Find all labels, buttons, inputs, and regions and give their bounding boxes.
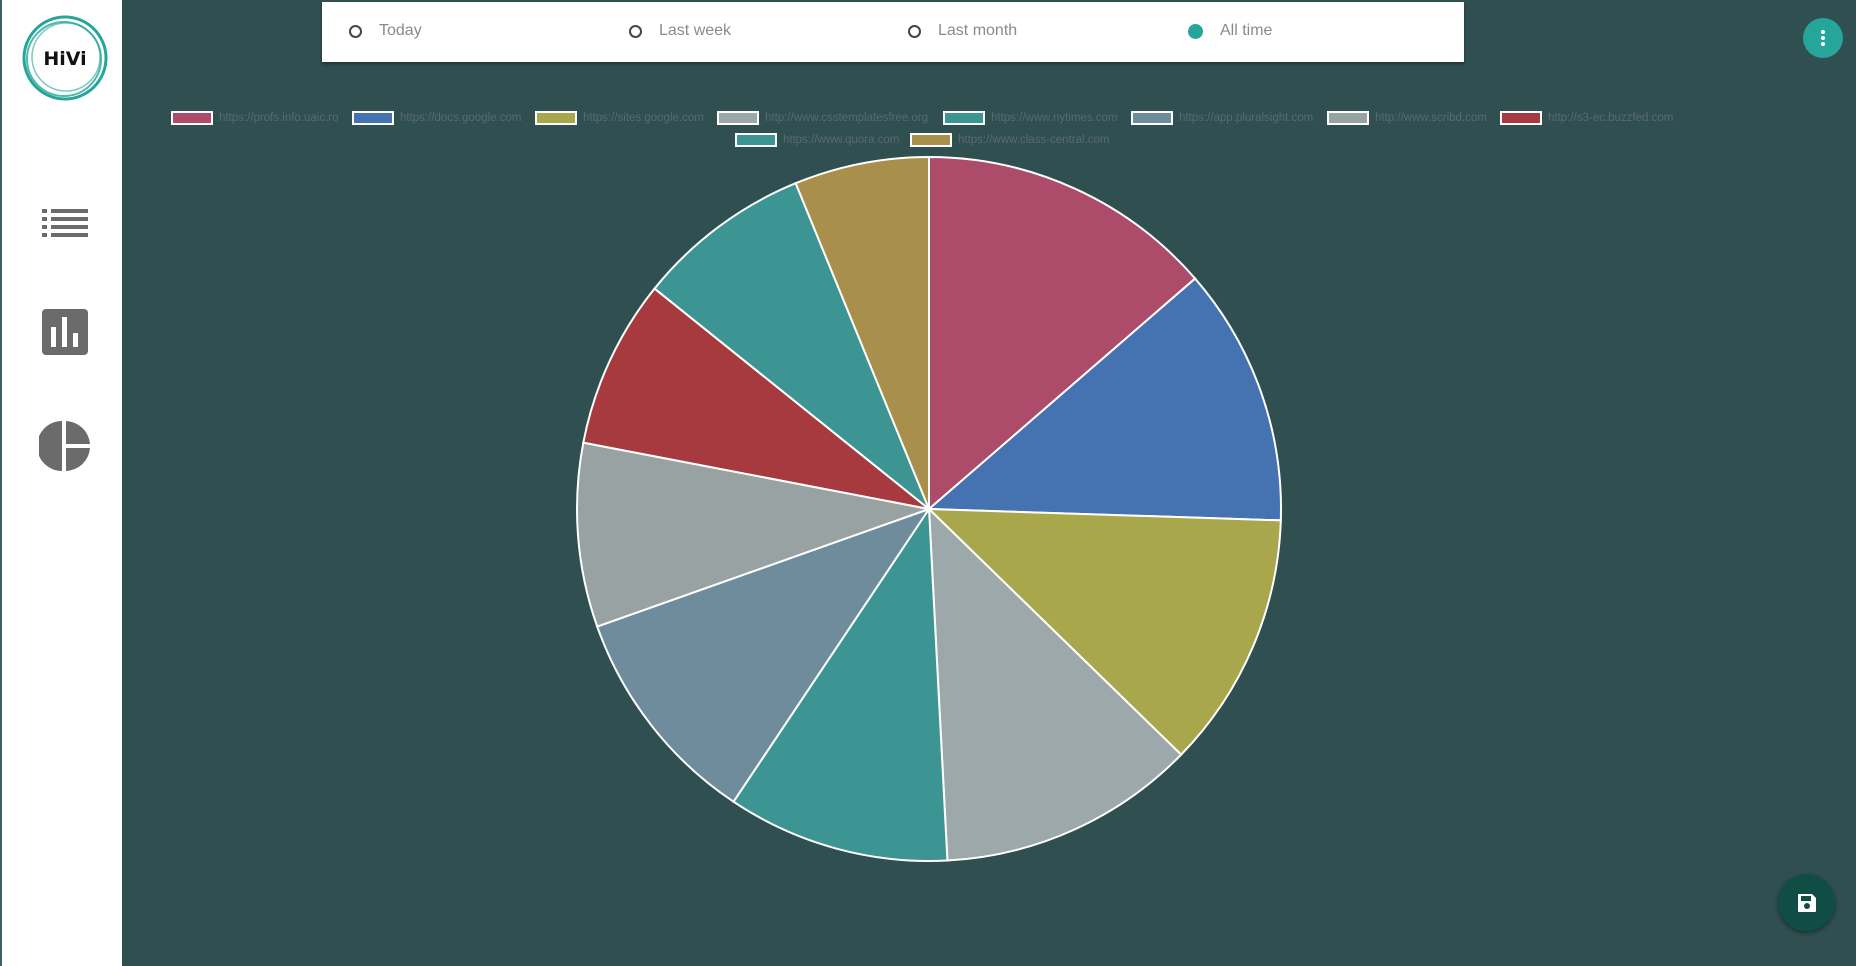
- pie-chart: [576, 155, 1282, 862]
- save-icon: [1797, 893, 1816, 912]
- save-button[interactable]: [1778, 874, 1835, 931]
